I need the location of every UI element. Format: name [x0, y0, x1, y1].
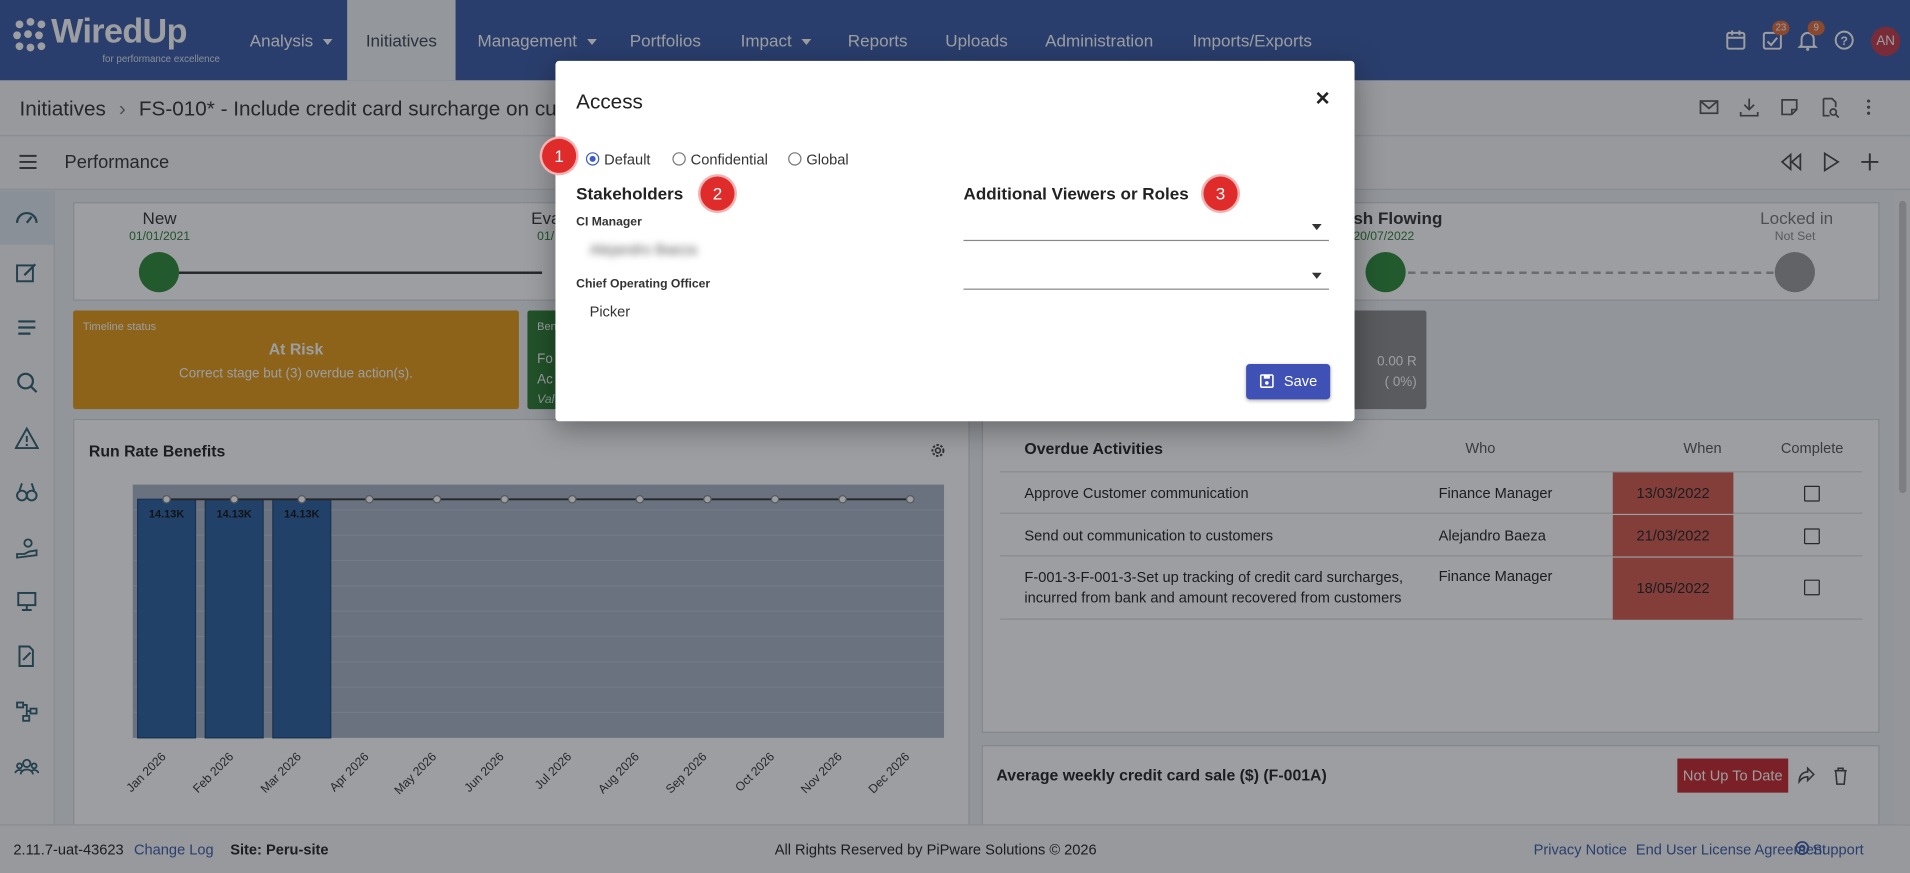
radio-checked-icon[interactable]	[585, 152, 600, 166]
close-icon[interactable]: ×	[1316, 85, 1330, 113]
dropdown-arrow-icon	[1311, 272, 1322, 279]
access-option-default[interactable]: Default	[585, 151, 651, 168]
step-marker: 3	[1203, 176, 1238, 211]
step-marker: 1	[542, 138, 577, 173]
radio-unchecked-icon[interactable]	[788, 152, 802, 166]
stakeholder-value[interactable]: Alejandro Baeza	[590, 241, 697, 258]
stakeholder-value[interactable]: Picker	[590, 303, 631, 320]
step-marker: 2	[700, 176, 735, 211]
viewer-select-2[interactable]	[963, 265, 1329, 290]
save-button[interactable]: Save	[1246, 364, 1331, 400]
stakeholder-role: CI Manager	[576, 215, 642, 229]
modal-title: Access	[576, 90, 643, 114]
stakeholder-role: Chief Operating Officer	[576, 277, 711, 291]
viewer-select-1[interactable]	[963, 217, 1329, 242]
dropdown-arrow-icon	[1311, 224, 1322, 231]
radio-unchecked-icon[interactable]	[672, 152, 686, 166]
save-label: Save	[1283, 372, 1318, 390]
stakeholders-heading: Stakeholders	[576, 183, 684, 204]
save-icon	[1259, 374, 1275, 389]
access-option-global[interactable]: Global	[788, 151, 849, 168]
viewers-heading: Additional Viewers or Roles	[963, 183, 1189, 204]
access-option-confidential[interactable]: Confidential	[672, 151, 768, 168]
